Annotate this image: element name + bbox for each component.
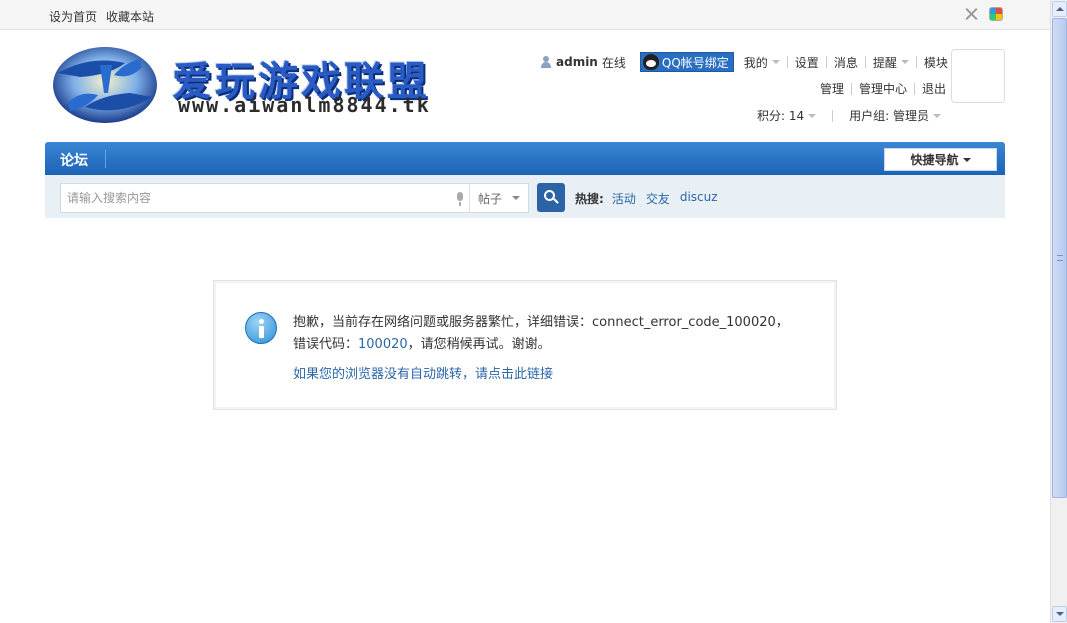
separator: [864, 56, 866, 68]
qq-penguin-icon: [642, 54, 659, 70]
reminders-menu[interactable]: 提醒: [873, 54, 909, 71]
top-links: 设为首页 收藏本站: [49, 8, 154, 25]
scrollbar-thumb[interactable]: [1052, 18, 1067, 498]
set-homepage-link[interactable]: 设为首页: [49, 8, 97, 25]
manage-link[interactable]: 管理: [820, 80, 844, 97]
top-icons: [964, 7, 1003, 22]
globe-logo-icon: [53, 47, 157, 123]
search-button[interactable]: [537, 183, 565, 212]
separator: [914, 82, 916, 95]
error-code-value: 100020: [358, 337, 408, 352]
quick-nav-button[interactable]: 快捷导航: [884, 148, 997, 171]
usergroup-label: 用户组: 管理员: [849, 109, 929, 123]
points-menu[interactable]: 积分: 14: [757, 107, 817, 124]
redirect-link[interactable]: 如果您的浏览器没有自动跳转，请点击此链接: [293, 363, 553, 382]
grip-icon: [1057, 255, 1063, 261]
separator: [786, 56, 788, 68]
hot-search-link[interactable]: 交友: [646, 190, 670, 207]
hot-search-link[interactable]: discuz: [680, 190, 718, 207]
hot-search-label: 热搜:: [575, 192, 604, 206]
hot-searches: 热搜: 活动 交友 discuz: [575, 190, 718, 207]
separator: [825, 56, 827, 68]
vertical-scrollbar[interactable]: [1050, 0, 1067, 623]
info-icon: [245, 312, 277, 344]
separator: [851, 82, 853, 95]
logout-link[interactable]: 退出: [922, 80, 946, 97]
qq-bind-button[interactable]: QQ帐号绑定: [639, 52, 734, 72]
username-link[interactable]: admin: [556, 55, 598, 69]
avatar[interactable]: [951, 49, 1005, 103]
style-switch-icon[interactable]: [989, 7, 1003, 21]
my-menu-label: 我的: [743, 55, 768, 70]
nav-item-forum[interactable]: 论坛: [60, 150, 88, 170]
microphone-icon[interactable]: [456, 192, 464, 206]
modules-link[interactable]: 模块: [924, 54, 948, 71]
fullscreen-icon[interactable]: [964, 7, 979, 22]
user-stats: 积分: 14 用户组: 管理员: [757, 107, 941, 124]
user-icon: [540, 56, 552, 68]
user-bar-admin: 管理 管理中心 退出: [820, 80, 946, 97]
nav-divider: [105, 150, 106, 168]
error-message-text: 抱歉，当前存在网络问题或服务器繁忙，详细错误：connect_error_cod…: [293, 315, 789, 330]
error-code-suffix: ，请您稍候再试。谢谢。: [407, 337, 551, 352]
search-type-select[interactable]: 帖子: [469, 184, 529, 212]
search-input[interactable]: [61, 184, 451, 212]
search-type-label: 帖子: [478, 191, 503, 206]
caret-down-icon: [933, 113, 941, 118]
top-bar: 设为首页 收藏本站: [0, 0, 1050, 30]
search-icon-handle: [553, 198, 559, 204]
reminders-label: 提醒: [872, 55, 897, 70]
search-bar: 帖子 热搜: 活动 交友 discuz: [45, 175, 1005, 218]
error-message-box: 抱歉，当前存在网络问题或服务器繁忙，详细错误：connect_error_cod…: [213, 280, 837, 410]
settings-link[interactable]: 设置: [795, 54, 819, 71]
usergroup-menu[interactable]: 用户组: 管理员: [849, 107, 941, 124]
search-box: 帖子: [60, 183, 529, 213]
user-bar: admin 在线 QQ帐号绑定 我的 设置 消息 提醒 模块: [540, 52, 948, 72]
qq-bind-label: QQ帐号绑定: [661, 55, 729, 70]
error-code-line: 错误代码：100020，请您稍候再试。谢谢。: [293, 333, 551, 352]
caret-down-icon: [808, 113, 817, 118]
caret-down-icon: [900, 60, 909, 64]
site-logo[interactable]: 爱玩游戏联盟 www.aiwanlm8844.tk: [50, 45, 520, 125]
logo-url: www.aiwanlm8844.tk: [178, 93, 431, 117]
my-menu[interactable]: 我的: [744, 54, 780, 71]
scroll-up-icon[interactable]: [1052, 1, 1067, 17]
error-code-prefix: 错误代码：: [293, 337, 359, 352]
hot-search-link[interactable]: 活动: [612, 190, 636, 207]
scroll-down-icon[interactable]: [1052, 606, 1067, 622]
separator: [832, 109, 834, 122]
caret-down-icon: [962, 157, 971, 162]
separator: [915, 56, 917, 68]
bookmark-site-link[interactable]: 收藏本站: [106, 8, 154, 25]
online-status[interactable]: 在线: [602, 54, 626, 71]
admin-center-link[interactable]: 管理中心: [859, 80, 907, 97]
messages-link[interactable]: 消息: [834, 54, 858, 71]
points-label: 积分: 14: [757, 109, 805, 123]
caret-down-icon: [512, 196, 521, 200]
caret-down-icon: [771, 60, 780, 64]
quick-nav-label: 快捷导航: [910, 153, 959, 167]
main-nav: 论坛 快捷导航: [45, 142, 1005, 175]
